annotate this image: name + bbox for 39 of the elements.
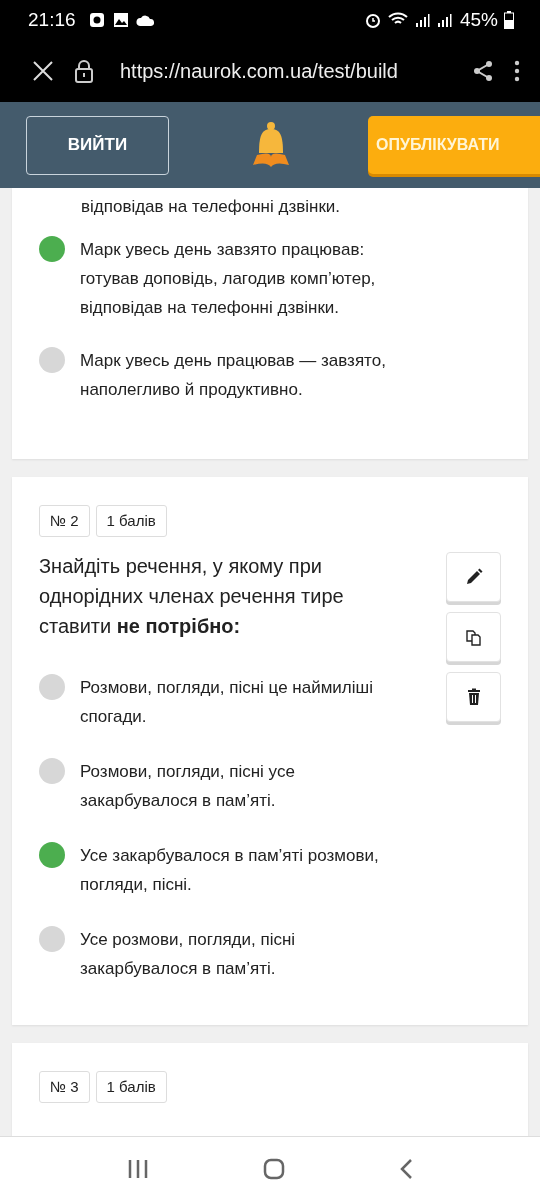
option-text: відповідав на телефонні дзвінки. [80,196,342,218]
option-text: Розмови, погляди, пісні усе закарбувалося в пам’яті. [80,761,296,812]
option-text: Усе закарбувалося в пам’яті розмови, погляди, пісні. [80,845,380,896]
lock-icon [74,59,94,83]
share-icon[interactable] [472,60,494,82]
option-text: Марк увесь день працював — завзято, наполегливо й продуктивно. [80,350,387,401]
question-text: Знайдіть речення, у якому при однорідних членах речення тире ставити не потрібно: [39,554,345,639]
home-icon[interactable] [263,1157,285,1180]
radio-button[interactable] [39,674,65,700]
url-text[interactable]: https://naurok.com.ua/test/build [120,59,398,82]
clock: 21:16 [28,9,76,31]
radio-button[interactable] [39,842,65,868]
battery-icon [504,11,514,29]
signal-icon [435,12,452,28]
more-icon[interactable] [514,60,520,82]
radio-button[interactable] [39,236,65,262]
option-text: Марк увесь день завзято працював: готував доповідь, лагодив комп’ютер, відповідав на телефонні дзвінки. [80,239,377,319]
close-icon[interactable] [32,60,54,82]
radio-button[interactable] [39,758,65,784]
question-number: № 3 [39,1071,90,1103]
pencil-button[interactable] [446,552,501,602]
option-text: Розмови, погляди, пісні це наймиліші спогади. [80,677,374,728]
trash-button[interactable] [446,672,501,722]
signal-icon [413,12,430,28]
cloud-icon [135,13,156,27]
points-label: 1 балів [95,1071,167,1103]
points-label: 1 балів [95,505,167,537]
copy-button[interactable] [446,612,501,662]
question-number: № 2 [39,505,90,537]
image-icon [111,11,130,29]
bell-book-icon [251,121,291,169]
radio-button[interactable] [39,347,65,373]
exit-button[interactable]: ВИЙТИ [26,115,169,175]
radio-button[interactable] [39,926,65,952]
recent-apps-icon[interactable] [127,1157,149,1180]
back-icon[interactable] [399,1157,413,1180]
copy-icon [463,627,484,647]
battery-level: 45% [459,9,498,31]
option-text: Усе розмови, погляди, пісні закарбувалося в пам’яті. [80,929,297,980]
